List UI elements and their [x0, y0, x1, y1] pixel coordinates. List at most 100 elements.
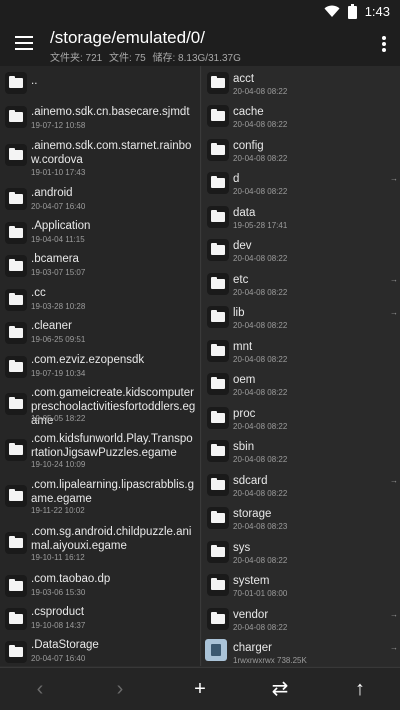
status-time: 1:43 — [364, 4, 390, 19]
list-item[interactable]: mnt 20-04-08 08:22 — [202, 334, 400, 367]
item-date: 19-10-24 10:09 — [31, 460, 86, 469]
item-date: 20-04-08 08:22 — [233, 623, 288, 632]
forward-button[interactable]: › — [107, 676, 133, 702]
battery-icon — [347, 4, 357, 19]
list-item[interactable]: sdcard 20-04-08 08:22 → — [202, 468, 400, 501]
list-item[interactable]: cache 20-04-08 08:22 — [202, 99, 400, 133]
symlink-arrow-icon: → — [390, 610, 398, 619]
list-item[interactable]: sbin 20-04-08 08:22 — [202, 434, 400, 468]
list-item[interactable]: vendor 20-04-08 08:22 → — [202, 602, 400, 635]
list-item[interactable]: .csproduct 19-10-08 14:37 — [0, 601, 200, 634]
item-date: 19-04-04 11:15 — [31, 235, 85, 244]
item-name: .com.taobao.dp — [31, 573, 111, 585]
storage-summary: 文件夹: 721 文件: 75 储存: 8.13G/31.37G — [50, 49, 245, 64]
folder-icon — [207, 172, 229, 194]
folder-icon — [207, 541, 229, 563]
item-name: .com.lipalearning.lipascrabblis.game.ega… — [31, 479, 194, 505]
list-item[interactable]: dev 20-04-08 08:22 — [202, 233, 400, 267]
list-item[interactable]: oem 20-04-08 08:22 — [202, 367, 400, 401]
item-name: config — [233, 140, 264, 152]
list-item[interactable]: d 20-04-08 08:22 → — [202, 166, 400, 200]
item-name: .bcamera — [31, 253, 79, 265]
item-date: 20-04-08 08:22 — [233, 154, 288, 163]
add-button[interactable]: + — [187, 676, 213, 702]
list-item[interactable]: acct 20-04-08 08:22 — [202, 66, 400, 99]
folder-icon — [207, 340, 229, 362]
list-item[interactable]: .com.sg.android.childpuzzle.animal.aiyou… — [0, 521, 200, 568]
item-date: 20-04-08 08:22 — [233, 422, 288, 431]
list-item[interactable]: data 19-05-28 17:41 — [202, 200, 400, 233]
back-button[interactable]: ‹ — [27, 676, 53, 702]
symlink-arrow-icon: → — [390, 275, 398, 284]
list-item[interactable]: .com.kidsfunworld.Play.TransportationJig… — [0, 428, 200, 474]
item-name: .ainemo.sdk.com.starnet.rainbow.cordova — [31, 140, 192, 166]
menu-icon[interactable] — [12, 32, 36, 56]
list-item[interactable]: .android 20-04-07 16:40 — [0, 181, 200, 215]
folder-icon — [207, 105, 229, 127]
symlink-arrow-icon: → — [390, 174, 398, 183]
file-count: 文件: 75 — [109, 53, 146, 64]
up-directory-button[interactable]: ↑ — [347, 676, 373, 702]
item-date: 19-03-28 10:28 — [31, 302, 86, 311]
folder-icon — [5, 72, 27, 94]
symlink-arrow-icon: → — [390, 308, 398, 317]
list-item[interactable]: .ainemo.sdk.com.starnet.rainbow.cordova … — [0, 133, 200, 181]
item-name: .csproduct — [31, 606, 85, 618]
list-item[interactable]: sys 20-04-08 08:22 — [202, 535, 400, 568]
list-item[interactable]: config 20-04-08 08:22 — [202, 133, 400, 166]
list-item[interactable]: .Application 19-04-04 11:15 — [0, 215, 200, 248]
list-item[interactable]: .cleaner 19-06-25 09:51 — [0, 315, 200, 349]
item-name: storage — [233, 508, 272, 520]
item-name: .com.kidsfunworld.Play.TransportationJig… — [31, 433, 193, 459]
folder-icon — [5, 575, 27, 597]
item-date: 19-01-10 17:43 — [31, 168, 86, 177]
item-date: 20-04-08 08:22 — [233, 321, 288, 330]
list-item[interactable]: storage 20-04-08 08:23 — [202, 501, 400, 535]
list-item[interactable]: .com.lipalearning.lipascrabblis.game.ega… — [0, 474, 200, 521]
symlink-arrow-icon: → — [390, 643, 398, 652]
list-item[interactable]: etc 20-04-08 08:22 → — [202, 267, 400, 300]
folder-icon — [5, 322, 27, 344]
list-item[interactable]: proc 20-04-08 08:22 — [202, 401, 400, 434]
item-date: 20-04-08 08:22 — [233, 87, 288, 96]
item-date: 70-01-01 08:00 — [233, 589, 288, 598]
storage-usage: 储存: 8.13G/31.37G — [152, 53, 241, 64]
folder-icon — [207, 239, 229, 261]
item-date: 20-04-07 16:40 — [31, 202, 86, 211]
item-name: system — [233, 575, 270, 587]
item-name: .android — [31, 187, 73, 199]
item-name: acct — [233, 73, 255, 85]
item-date: 19-06-25 09:51 — [31, 335, 86, 344]
list-item-parent[interactable]: .. — [0, 66, 200, 99]
item-date: 20-04-08 08:22 — [233, 556, 288, 565]
folder-icon — [207, 206, 229, 228]
item-date: 19-10-08 14:37 — [31, 621, 86, 630]
list-item[interactable]: .ainemo.sdk.cn.basecare.sjmdt 19-07-12 1… — [0, 99, 200, 133]
item-name: sbin — [233, 441, 255, 453]
list-item[interactable]: .com.taobao.dp 19-03-06 15:30 — [0, 568, 200, 601]
list-item[interactable]: .bcamera 19-03-07 15:07 — [0, 248, 200, 282]
list-item[interactable]: lib 20-04-08 08:22 → — [202, 300, 400, 334]
left-file-pane[interactable]: .. .ainemo.sdk.cn.basecare.sjmdt 19-07-1… — [0, 66, 201, 666]
list-item[interactable]: .cc 19-03-28 10:28 — [0, 282, 200, 315]
folder-icon — [5, 393, 27, 415]
more-vert-icon[interactable] — [380, 34, 388, 56]
bottom-toolbar: ‹ › + ⇄ ↑ — [0, 667, 400, 710]
item-date: 20-04-08 08:22 — [233, 489, 288, 498]
right-file-pane[interactable]: acct 20-04-08 08:22 cache 20-04-08 08:22… — [202, 66, 400, 666]
item-name: mnt — [233, 341, 253, 353]
folder-icon — [207, 273, 229, 295]
folder-icon — [207, 507, 229, 529]
list-item-file[interactable]: charger 1rwxrwxrwx 738.25K → — [202, 635, 400, 666]
list-item[interactable]: .com.ezviz.ezopensdk 19-07-19 10:34 — [0, 349, 200, 382]
item-name: .com.ezviz.ezopensdk — [31, 354, 145, 366]
folder-icon — [5, 485, 27, 507]
item-date: 19-07-19 10:34 — [31, 369, 86, 378]
item-date: 20-04-08 08:22 — [233, 288, 288, 297]
item-date: 19-05-28 17:41 — [233, 221, 288, 230]
swap-panes-button[interactable]: ⇄ — [267, 676, 293, 702]
list-item[interactable]: .DataStorage 20-04-07 16:40 — [0, 634, 200, 666]
item-name: sdcard — [233, 475, 268, 487]
list-item[interactable]: .com.gameicreate.kidscomputerpreschoolac… — [0, 382, 200, 428]
list-item[interactable]: system 70-01-01 08:00 — [202, 568, 400, 602]
